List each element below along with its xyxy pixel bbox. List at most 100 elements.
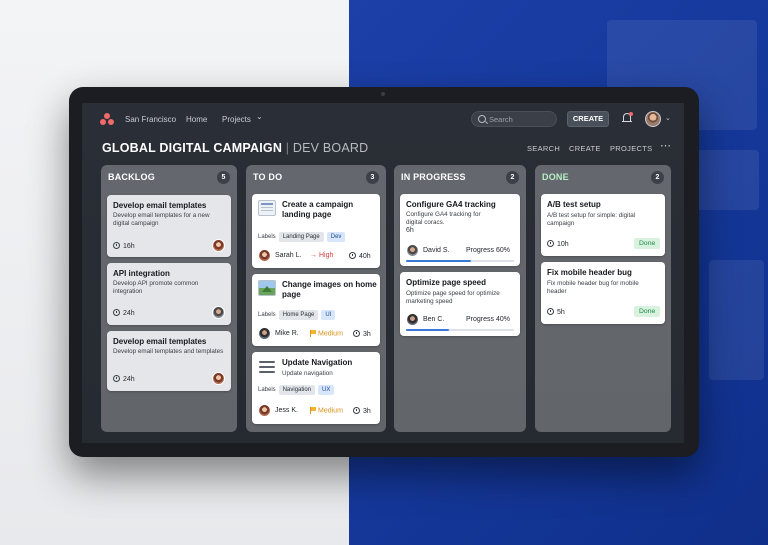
progress-fill [406,329,450,331]
card-title: Optimize page speed [406,278,487,287]
card-description: A/B test setup for simple: digital campa… [547,212,636,227]
task-card[interactable]: A/B test setup A/B test setup for simple… [541,194,665,256]
column-title: DONE [542,172,569,182]
column-backlog: BACKLOG 5 Develop email templates Develo… [101,165,237,432]
avatar[interactable] [258,249,271,262]
header-link-create[interactable]: CREATE [569,144,601,153]
card-title: Develop email templates [113,337,207,346]
assignee-name: Mike R. [275,330,299,337]
header-link-projects[interactable]: PROJECTS [610,144,652,153]
card-extra: 6h [406,227,414,234]
tag-home-page[interactable]: Home Page [278,310,319,320]
task-card[interactable]: Develop email templates Develop email te… [107,195,231,257]
task-card[interactable]: Fix mobile header bug Fix mobile header … [541,262,665,324]
user-avatar[interactable] [645,111,661,127]
task-card[interactable]: Change images on home page Labels Home Pa… [252,274,380,346]
task-card[interactable]: Configure GA4 tracking Configure GA4 tra… [400,194,520,266]
progress-fill [406,260,471,262]
clock-icon [113,242,120,249]
tag-ui[interactable]: UI [321,310,336,320]
card-description: Develop API promote common integration [113,280,199,295]
clock-icon [353,407,360,414]
create-button[interactable]: CREATE [567,111,609,127]
card-time: 10h [547,240,569,248]
location-label[interactable]: San Francisco [125,115,176,124]
chevron-down-icon[interactable]: ⌄ [665,114,671,122]
assignee-name: Ben C. [423,316,445,323]
card-description: Fix mobile header bug for mobile header [547,280,639,295]
assignee-name: David S. [423,247,450,254]
progress-bar [406,260,514,262]
column-count: 2 [506,171,519,184]
tag-navigation[interactable]: Navigation [278,385,316,395]
task-card[interactable]: Create a campaign landing page Labels Lan… [252,194,380,268]
card-description: Develop email templates and templates [113,348,224,355]
search-placeholder: Search [489,115,513,124]
menu-icon [258,359,276,375]
flag-icon [310,407,316,414]
avatar[interactable] [406,244,419,257]
card-time: 5h [547,308,565,316]
header-link-search[interactable]: SEARCH [527,144,560,153]
logo-icon[interactable] [100,113,114,125]
card-title: Configure GA4 tracking [406,200,496,209]
task-card[interactable]: API integration Develop API promote comm… [107,263,231,325]
column-todo: TO DO 3 Create a campaign landing page L… [246,165,386,432]
card-time: 16h [113,242,135,250]
card-title: Update Navigation [282,358,353,367]
avatar[interactable] [406,313,419,326]
avatar[interactable] [212,239,225,252]
arrow-right-icon: → [310,252,317,259]
task-card[interactable]: Optimize page speed Optimize page speed … [400,272,520,336]
priority-high: → High [310,252,334,259]
progress-label: Progress 60% [466,247,510,254]
avatar[interactable] [258,404,271,417]
chevron-down-icon[interactable]: ⌄ [256,112,263,121]
task-card[interactable]: Update Navigation Update navigation Labe… [252,352,380,424]
progress-bar [406,329,514,331]
column-title: IN PROGRESS [401,172,466,182]
tag-dev[interactable]: Dev [326,232,346,242]
card-labels: Labels Navigation UX [258,385,335,395]
clock-icon [113,375,120,382]
avatar[interactable] [258,327,271,340]
status-badge: Done [634,306,661,317]
nav-projects[interactable]: Projects [222,115,251,124]
column-title: BACKLOG [108,172,155,182]
clock-icon [547,240,554,247]
card-title: Create a campaign landing page [282,200,354,219]
page-title: GLOBAL DIGITAL CAMPAIGN | DEV BOARD [102,141,368,155]
bell-icon[interactable] [622,112,633,124]
card-description: Develop email templates for a new digita… [113,212,210,227]
flag-icon [310,330,316,337]
top-nav: San Francisco Home Projects ⌄ Search CRE… [82,103,684,135]
card-title: API integration [113,269,170,278]
clock-icon [349,252,356,259]
column-in-progress: IN PROGRESS 2 Configure GA4 tracking Con… [394,165,526,432]
card-time: 40h [349,252,371,260]
search-icon [478,115,486,123]
more-icon[interactable]: ⋯ [660,139,672,152]
column-count: 2 [651,171,664,184]
title-separator: | [285,141,290,155]
avatar[interactable] [212,372,225,385]
card-title: Develop email templates [113,201,207,210]
tag-ux[interactable]: UX [318,385,335,395]
status-badge: Done [634,238,661,249]
clock-icon [353,330,360,337]
column-title: TO DO [253,172,283,182]
search-input[interactable]: Search [471,111,557,127]
avatar[interactable] [212,306,225,319]
image-icon [258,280,276,296]
camera-dot [381,92,385,96]
nav-home[interactable]: Home [186,115,207,124]
tag-landing-page[interactable]: Landing Page [278,232,324,242]
card-time: 24h [113,375,135,383]
assignee-name: Sarah L. [275,252,302,259]
doc-icon [258,200,276,216]
task-card[interactable]: Develop email templates Develop email te… [107,331,231,391]
card-title: Change images on home page [282,280,377,299]
clock-icon [113,309,120,316]
card-description: Configure GA4 tracking for digital corac… [406,211,481,226]
column-done: DONE 2 A/B test setup A/B test setup for… [535,165,671,432]
